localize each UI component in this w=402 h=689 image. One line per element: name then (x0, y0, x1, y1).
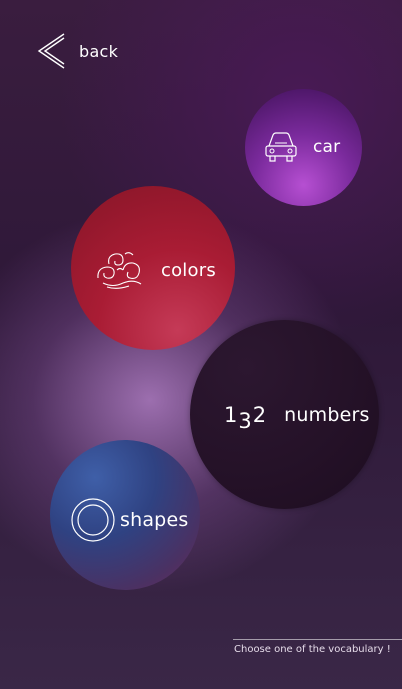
circle-shape-icon (71, 498, 115, 542)
back-label: back (79, 41, 119, 61)
numbers-icon: 132 (224, 402, 267, 433)
category-label: numbers (284, 404, 370, 426)
footer-hint: Choose one of the vocabulary ! (234, 644, 391, 655)
category-label: colors (161, 259, 216, 281)
category-label: shapes (120, 509, 189, 531)
swirl-icon (97, 252, 142, 289)
back-button[interactable]: back (34, 33, 118, 69)
car-icon (265, 132, 297, 162)
category-shapes-button[interactable]: shapes (50, 440, 200, 590)
chevron-left-icon (37, 33, 65, 69)
category-colors-button[interactable]: colors (71, 186, 235, 350)
category-numbers-button[interactable]: 132 numbers (190, 320, 379, 509)
category-car-button[interactable]: car (245, 89, 362, 206)
footer-divider (233, 639, 402, 640)
category-label: car (313, 137, 341, 157)
